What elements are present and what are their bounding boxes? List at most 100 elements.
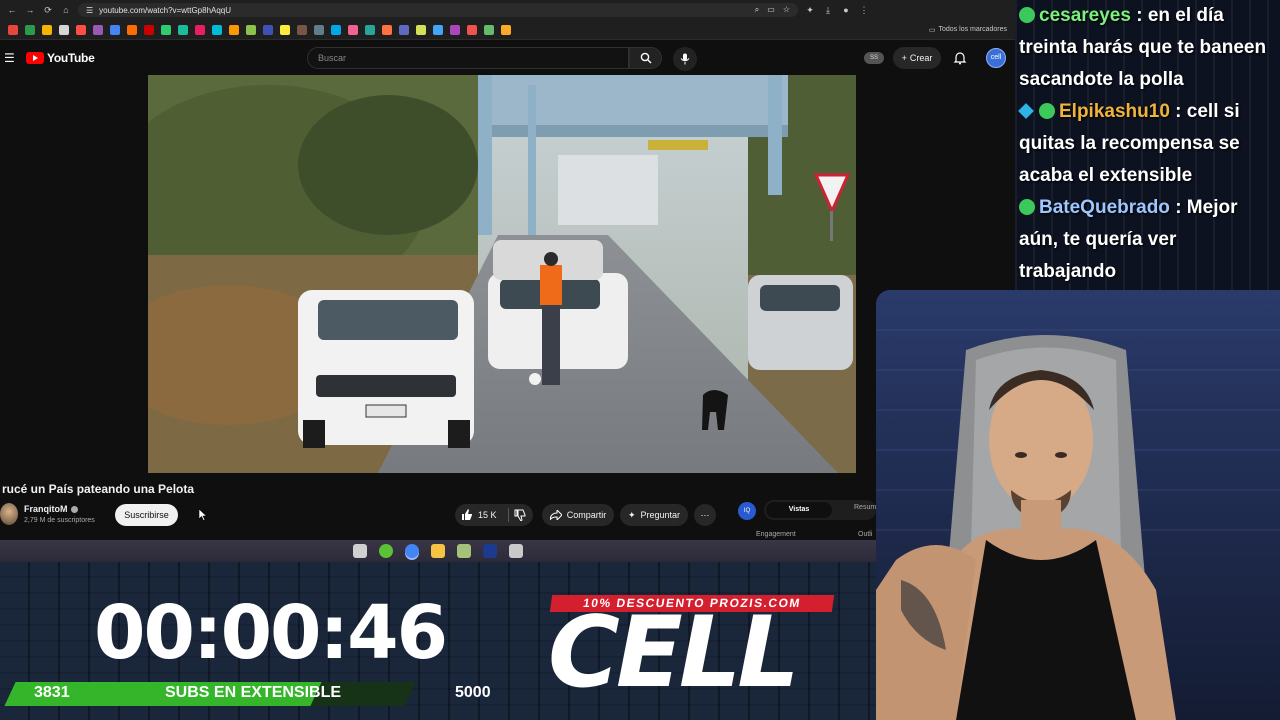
taskbar-app-icon[interactable] xyxy=(509,544,523,558)
bookmark-icon[interactable] xyxy=(263,24,273,35)
create-label: Crear xyxy=(909,53,933,63)
microphone-icon xyxy=(680,53,690,65)
webcam-scene xyxy=(876,290,1280,720)
bookmarks-folder-label: Todos los marcadores xyxy=(938,26,1007,33)
forward-icon[interactable]: → xyxy=(24,5,36,15)
taskbar-app-icon[interactable] xyxy=(483,544,497,558)
extension-logo[interactable]: IQ xyxy=(738,502,756,520)
more-dots-icon: ⋯ xyxy=(700,509,710,520)
chat-username[interactable]: cesareyes xyxy=(1039,5,1131,26)
bookmark-icon[interactable] xyxy=(501,24,511,35)
notifications-button[interactable] xyxy=(953,51,967,70)
bookmark-icon[interactable] xyxy=(450,24,460,35)
voice-search-button[interactable] xyxy=(673,47,697,71)
hamburger-menu-icon[interactable]: ☰ xyxy=(4,51,18,65)
bookmark-icon[interactable] xyxy=(229,24,239,35)
bookmark-icon[interactable] xyxy=(93,24,103,35)
bookmarks-folder[interactable]: ▭ Todos los marcadores xyxy=(929,26,1007,34)
thumbs-down-icon[interactable] xyxy=(514,509,526,521)
chat-badge-icon xyxy=(1019,199,1035,215)
more-actions-button[interactable]: ⋯ xyxy=(694,504,716,526)
chat-badge-icon xyxy=(1039,103,1055,119)
subscribe-button[interactable]: Suscribirse xyxy=(115,504,178,526)
bookmark-icon[interactable] xyxy=(280,24,290,35)
bookmark-icon[interactable] xyxy=(297,24,307,35)
create-button[interactable]: + Crear xyxy=(893,47,941,69)
youtube-logo[interactable]: YouTube xyxy=(26,51,95,65)
verified-icon xyxy=(70,506,78,514)
bookmark-icon[interactable] xyxy=(42,24,52,35)
menu-dots-icon[interactable]: ⋮ xyxy=(858,5,870,16)
bookmark-icon[interactable] xyxy=(59,24,69,35)
like-divider xyxy=(507,508,509,522)
bookmark-icon[interactable] xyxy=(331,24,341,35)
bookmark-icon[interactable] xyxy=(467,24,477,35)
channel-name[interactable]: FranqitoM xyxy=(24,504,78,514)
sparkle-icon: ✦ xyxy=(627,509,636,520)
reload-icon[interactable]: ⟳ xyxy=(42,5,54,16)
install-icon[interactable]: ▭ xyxy=(767,5,775,15)
ask-button[interactable]: ✦ Preguntar xyxy=(620,504,688,526)
bookmark-icon[interactable] xyxy=(161,24,171,35)
bookmark-icon[interactable] xyxy=(25,24,35,35)
address-bar[interactable]: ☰ youtube.com/watch?v=wttGp8hAqqU ⌕ ▭ ☆ xyxy=(78,3,798,17)
extensible-timer: 00:00:46 xyxy=(94,590,448,676)
youtube-header: ☰ YouTube Buscar SS + Crear cell xyxy=(0,40,1015,76)
bookmark-icon[interactable] xyxy=(399,24,409,35)
bookmark-icon[interactable] xyxy=(178,24,188,35)
channel-avatar[interactable] xyxy=(0,503,18,525)
chat-username[interactable]: BateQuebrado xyxy=(1039,197,1170,218)
share-label: Compartir xyxy=(566,510,607,520)
bookmark-icon[interactable] xyxy=(76,24,86,35)
site-info-icon[interactable]: ☰ xyxy=(86,6,93,15)
bookmark-icon[interactable] xyxy=(110,24,120,35)
download-icon[interactable]: ⤓ xyxy=(822,5,834,16)
bookmark-icon[interactable] xyxy=(144,24,154,35)
bookmark-icon[interactable] xyxy=(314,24,324,35)
brand-logo: CELL xyxy=(548,596,800,710)
bookmark-icon[interactable] xyxy=(484,24,494,35)
extensions-icon[interactable]: ✦ xyxy=(804,5,816,16)
bookmark-icon[interactable] xyxy=(433,24,443,35)
ss-badge[interactable]: SS xyxy=(864,52,884,64)
bookmark-icon[interactable] xyxy=(127,24,137,35)
subs-goal-count: 5000 xyxy=(455,684,491,701)
home-icon[interactable]: ⌂ xyxy=(60,5,72,15)
bookmarks-bar: ▭ Todos los marcadores xyxy=(0,20,1015,40)
chat-message: cesareyes : en el día treinta harás que … xyxy=(1015,0,1280,96)
bookmark-icon[interactable] xyxy=(246,24,256,35)
search-input[interactable]: Buscar xyxy=(307,47,629,69)
engagement-label: Engagement xyxy=(756,531,796,538)
taskbar-app-icon[interactable] xyxy=(353,544,367,558)
back-icon[interactable]: ← xyxy=(6,5,18,15)
bookmark-icon[interactable] xyxy=(382,24,392,35)
account-avatar[interactable]: cell xyxy=(986,48,1006,68)
profile-icon[interactable]: ● xyxy=(840,5,852,15)
tab-vistas[interactable]: Vistas xyxy=(766,502,832,518)
taskbar-app-icon[interactable] xyxy=(379,544,393,558)
video-title: rucé un País pateando una Pelota xyxy=(2,482,195,496)
channel-name-text: FranqitoM xyxy=(24,504,68,514)
bookmark-icon[interactable] xyxy=(348,24,358,35)
zoom-icon[interactable]: ⌕ xyxy=(755,5,759,15)
analytics-extension-panel: IQ Vistas Resum Engagement Outli xyxy=(728,496,876,540)
bookmark-icon[interactable] xyxy=(195,24,205,35)
taskbar xyxy=(0,540,876,562)
search-button[interactable] xyxy=(629,47,662,69)
bookmark-icon[interactable] xyxy=(212,24,222,35)
youtube-logo-text: YouTube xyxy=(47,51,95,65)
bookmark-icon[interactable] xyxy=(416,24,426,35)
taskbar-app-icon[interactable] xyxy=(431,544,445,558)
video-player[interactable] xyxy=(148,75,856,473)
bookmark-icon[interactable] xyxy=(365,24,375,35)
like-button[interactable]: 15 K xyxy=(455,504,533,526)
share-button[interactable]: Compartir xyxy=(542,504,614,526)
chat-username[interactable]: Elpikashu10 xyxy=(1059,101,1170,122)
url-text: youtube.com/watch?v=wttGp8hAqqU xyxy=(99,5,232,15)
taskbar-app-icon[interactable] xyxy=(405,544,419,558)
bookmark-icon[interactable] xyxy=(8,24,18,35)
bookmark-star-icon[interactable]: ☆ xyxy=(783,5,790,15)
tab-resumen[interactable]: Resum xyxy=(854,504,876,511)
taskbar-app-icon[interactable] xyxy=(457,544,471,558)
subscriber-count: 2,79 M de suscriptores xyxy=(24,517,95,524)
